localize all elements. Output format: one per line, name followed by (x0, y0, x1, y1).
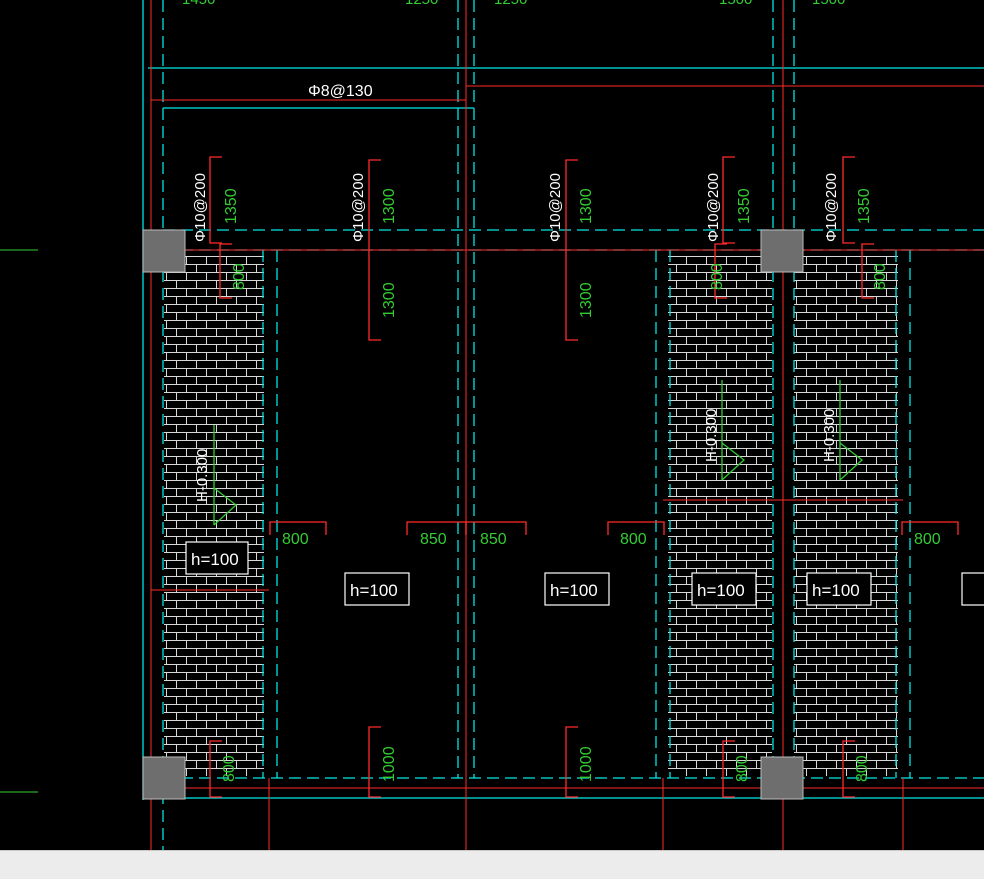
dim-label: 800 (914, 531, 941, 548)
elevation-label: H-0.300 (821, 409, 838, 462)
slab-mark: Φ10@200 (823, 173, 840, 242)
elevation-label: H-0.300 (194, 449, 211, 502)
dim-label: 800 (734, 755, 751, 782)
top-cut-label: 1450 (182, 0, 215, 8)
top-rebar-label: Φ8@130 (308, 83, 373, 100)
top-cut-label: 1500 (719, 0, 752, 8)
thickness-label: h=100 (812, 581, 860, 600)
slab-mark: Φ10@200 (547, 173, 564, 242)
dim-label: 1300 (578, 282, 595, 318)
column (760, 229, 804, 273)
thickness-label: h=100 (550, 581, 598, 600)
dim-label: 1000 (578, 746, 595, 782)
dim-label: 1350 (736, 188, 753, 224)
column (760, 756, 804, 800)
cad-drawing-canvas[interactable]: 1450 1250 1250 1500 1500 Φ8@130 Φ10@200 … (0, 0, 984, 850)
dim-label: 1300 (578, 188, 595, 224)
elevation-label: H-0.300 (703, 409, 720, 462)
hatch-zone-mid (668, 256, 772, 776)
thickness-label: h=100 (191, 550, 239, 569)
floor-plan-drawing: 1450 1250 1250 1500 1500 Φ8@130 Φ10@200 … (0, 0, 984, 850)
slab-mark: Φ10@200 (705, 173, 722, 242)
dim-label: 1350 (856, 188, 873, 224)
dim-label: 800 (872, 263, 889, 290)
dim-label: 1300 (381, 188, 398, 224)
dim-label: 800 (282, 531, 309, 548)
dim-label: 800 (709, 263, 726, 290)
top-cut-label: 1250 (405, 0, 438, 8)
dim-label: 1350 (223, 188, 240, 224)
hatched-zones (164, 256, 898, 776)
top-cut-labels: 1450 1250 1250 1500 1500 (182, 0, 845, 8)
dim-label: 1300 (381, 282, 398, 318)
dim-label: 1000 (381, 746, 398, 782)
status-bar (0, 850, 984, 879)
dim-label: 800 (854, 755, 871, 782)
slab-mark: Φ10@200 (350, 173, 367, 242)
dim-label: 850 (420, 531, 447, 548)
dim-label: 800 (620, 531, 647, 548)
dim-label: 800 (231, 263, 248, 290)
column (142, 229, 186, 273)
axis-stubs (0, 249, 38, 793)
thickness-label: h=100 (350, 581, 398, 600)
dim-label: 850 (480, 531, 507, 548)
slab-mark: Φ10@200 (192, 173, 209, 242)
thickness-label: h=100 (697, 581, 745, 600)
column (142, 756, 186, 800)
hatch-zone-right (794, 256, 898, 776)
dim-label: 800 (221, 755, 238, 782)
top-cut-label: 1500 (812, 0, 845, 8)
top-cut-label: 1250 (494, 0, 527, 8)
